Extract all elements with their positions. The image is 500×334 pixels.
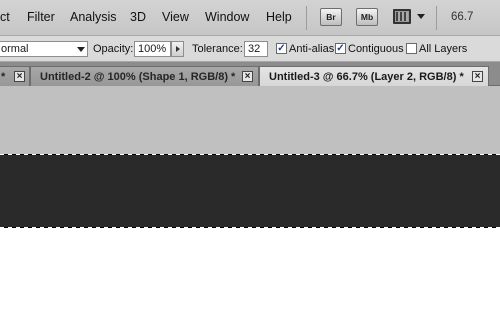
screen-mode-icon[interactable]	[393, 9, 411, 24]
document-tab-bar: * × Untitled-2 @ 100% (Shape 1, RGB/8) *…	[0, 62, 500, 87]
menu-filter[interactable]: Filter	[27, 10, 55, 24]
contiguous-checkbox[interactable]: ✓	[335, 43, 346, 54]
tool-options-bar: ormal Opacity: 100% Tolerance: 32 ✓ Anti…	[0, 36, 500, 62]
anti-alias-checkbox[interactable]: ✓	[276, 43, 287, 54]
anti-alias-label: Anti-alias	[289, 43, 335, 55]
close-icon[interactable]: ×	[472, 71, 483, 82]
tab-partial-marker: *	[1, 71, 6, 83]
close-icon[interactable]: ×	[242, 71, 253, 82]
screen-mode-dropdown-icon[interactable]	[417, 14, 425, 19]
close-icon[interactable]: ×	[14, 71, 25, 82]
workspace-background[interactable]	[0, 86, 500, 154]
menu-help[interactable]: Help	[266, 10, 292, 24]
mini-bridge-button[interactable]: Mb	[356, 8, 378, 26]
blend-mode-value: ormal	[1, 43, 29, 55]
tolerance-label: Tolerance:	[192, 43, 243, 55]
document-canvas[interactable]	[0, 228, 500, 334]
menu-analysis[interactable]: Analysis	[70, 10, 117, 24]
menubar-divider	[306, 6, 307, 30]
menu-select[interactable]: ct	[0, 10, 10, 24]
tolerance-input[interactable]: 32	[244, 41, 268, 57]
menu-bar: ct Filter Analysis 3D View Window Help B…	[0, 0, 500, 36]
selection-marquee-top	[0, 154, 500, 155]
bridge-button[interactable]: Br	[320, 8, 342, 26]
document-tab-partial[interactable]: * ×	[0, 66, 30, 86]
contiguous-label: Contiguous	[348, 43, 404, 55]
menu-3d[interactable]: 3D	[130, 10, 146, 24]
all-layers-checkbox[interactable]	[406, 43, 417, 54]
menu-view[interactable]: View	[162, 10, 189, 24]
menubar-divider	[436, 6, 437, 30]
opacity-slider-button[interactable]	[171, 41, 184, 57]
zoom-level-readout[interactable]: 66.7	[451, 11, 473, 23]
document-tab-untitled-3[interactable]: Untitled-3 @ 66.7% (Layer 2, RGB/8) * ×	[259, 66, 489, 87]
blend-mode-select[interactable]: ormal	[0, 41, 88, 57]
opacity-input[interactable]: 100%	[134, 41, 171, 57]
blend-mode-dropdown-icon[interactable]	[77, 47, 85, 52]
menu-window[interactable]: Window	[205, 10, 249, 24]
all-layers-label: All Layers	[419, 43, 468, 55]
tab-label: Untitled-2 @ 100% (Shape 1, RGB/8) *	[40, 71, 236, 83]
opacity-label: Opacity:	[93, 43, 134, 55]
tab-label: Untitled-3 @ 66.7% (Layer 2, RGB/8) *	[269, 71, 464, 83]
document-tab-untitled-2[interactable]: Untitled-2 @ 100% (Shape 1, RGB/8) * ×	[30, 66, 259, 86]
canvas-selected-region[interactable]	[0, 154, 500, 228]
